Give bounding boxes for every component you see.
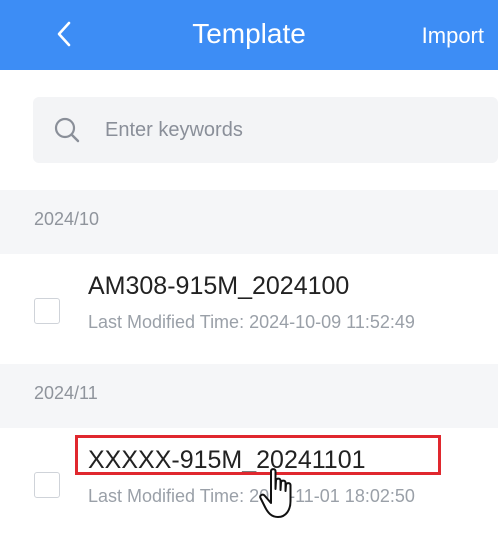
item-checkbox[interactable]	[34, 472, 60, 498]
group-label: 2024/11	[34, 383, 98, 403]
search-box[interactable]	[33, 97, 498, 163]
template-name: XXXXX-915M_20241101	[88, 446, 366, 474]
group-header-2024-11: 2024/11	[0, 364, 498, 428]
last-modified-time: Last Modified Time: 2024-10-09 11:52:49	[88, 312, 415, 332]
app-header: Template Import	[0, 0, 498, 70]
template-name: AM308-915M_2024100	[88, 272, 350, 300]
import-button[interactable]: Import	[422, 21, 484, 51]
last-modified-time: Last Modified Time: 2024-11-01 18:02:50	[88, 486, 415, 506]
search-area	[0, 70, 498, 190]
item-checkbox[interactable]	[34, 298, 60, 324]
list-item[interactable]: AM308-915M_2024100 Last Modified Time: 2…	[0, 254, 498, 364]
group-label: 2024/10	[34, 209, 100, 229]
search-icon	[53, 116, 81, 144]
group-header-2024-10: 2024/10	[0, 190, 498, 254]
template-list-area: 2024/10 AM308-915M_2024100 Last Modified…	[0, 70, 498, 538]
list-item[interactable]: XXXXX-915M_20241101 Last Modified Time: …	[0, 428, 498, 538]
search-input[interactable]	[103, 117, 467, 143]
